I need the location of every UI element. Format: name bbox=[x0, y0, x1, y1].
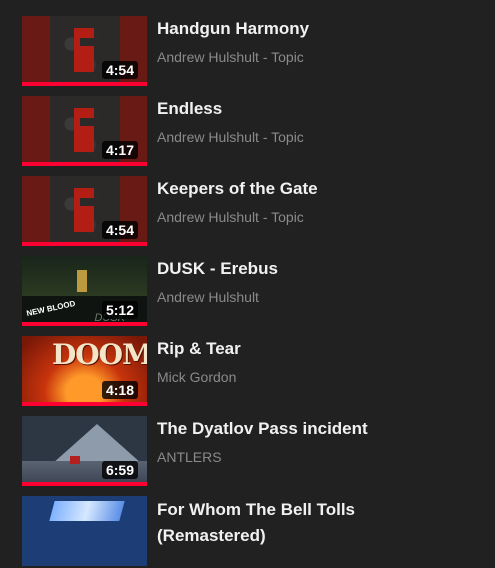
thumbnail-emblem bbox=[74, 28, 94, 72]
playlist-item[interactable]: For Whom The Bell Tolls (Remastered) bbox=[22, 496, 482, 568]
video-thumbnail[interactable]: 4:54 bbox=[22, 176, 147, 246]
channel-name[interactable]: Andrew Hulshult - Topic bbox=[157, 209, 304, 225]
channel-name[interactable]: Andrew Hulshult bbox=[157, 289, 259, 305]
video-thumbnail[interactable]: 4:54 bbox=[22, 16, 147, 86]
watched-progress-bar bbox=[22, 402, 147, 406]
playlist-item[interactable]: 4:54 Keepers of the Gate Andrew Hulshult… bbox=[22, 176, 482, 248]
duration-badge: 4:54 bbox=[101, 61, 138, 79]
playlist-item[interactable]: 4:17 Endless Andrew Hulshult - Topic bbox=[22, 96, 482, 168]
channel-name[interactable]: Andrew Hulshult - Topic bbox=[157, 129, 304, 145]
thumbnail-tent bbox=[70, 456, 80, 464]
video-thumbnail[interactable]: DOOM 4:18 bbox=[22, 336, 147, 406]
thumbnail-emblem bbox=[74, 188, 94, 232]
video-title[interactable]: DUSK - Erebus bbox=[157, 259, 278, 279]
thumbnail-light bbox=[77, 270, 87, 292]
video-title[interactable]: For Whom The Bell Tolls (Remastered) bbox=[157, 497, 457, 549]
video-thumbnail[interactable] bbox=[22, 496, 147, 566]
channel-name[interactable]: ANTLERS bbox=[157, 449, 222, 465]
duration-badge: 4:18 bbox=[101, 381, 138, 399]
doom-logo: DOOM bbox=[52, 338, 147, 371]
video-thumbnail[interactable]: 4:17 bbox=[22, 96, 147, 166]
video-thumbnail[interactable]: 6:59 bbox=[22, 416, 147, 486]
new-blood-logo: NEW BLOOD bbox=[25, 298, 77, 319]
video-title[interactable]: Rip & Tear bbox=[157, 339, 241, 359]
watched-progress-bar bbox=[22, 482, 147, 486]
duration-badge: 4:54 bbox=[101, 221, 138, 239]
watched-progress-bar bbox=[22, 82, 147, 86]
thumbnail-art bbox=[49, 501, 125, 521]
channel-name[interactable]: Mick Gordon bbox=[157, 369, 236, 385]
watched-progress-bar bbox=[22, 242, 147, 246]
playlist-item[interactable]: 4:54 Handgun Harmony Andrew Hulshult - T… bbox=[22, 16, 482, 88]
duration-badge: 6:59 bbox=[101, 461, 138, 479]
thumbnail-emblem bbox=[74, 108, 94, 152]
channel-name[interactable]: Andrew Hulshult - Topic bbox=[157, 49, 304, 65]
playlist-item[interactable]: DOOM 4:18 Rip & Tear Mick Gordon bbox=[22, 336, 482, 408]
duration-badge: 4:17 bbox=[101, 141, 138, 159]
duration-badge: 5:12 bbox=[101, 301, 138, 319]
video-title[interactable]: The Dyatlov Pass incident bbox=[157, 419, 368, 439]
watched-progress-bar bbox=[22, 162, 147, 166]
video-title[interactable]: Handgun Harmony bbox=[157, 19, 309, 39]
video-title[interactable]: Keepers of the Gate bbox=[157, 179, 318, 199]
video-thumbnail[interactable]: NEW BLOOD DUSK 5:12 bbox=[22, 256, 147, 326]
watched-progress-bar bbox=[22, 322, 147, 326]
thumbnail-mountain bbox=[52, 424, 142, 464]
video-title[interactable]: Endless bbox=[157, 99, 222, 119]
playlist-item[interactable]: 6:59 The Dyatlov Pass incident ANTLERS bbox=[22, 416, 482, 488]
playlist-item[interactable]: NEW BLOOD DUSK 5:12 DUSK - Erebus Andrew… bbox=[22, 256, 482, 328]
